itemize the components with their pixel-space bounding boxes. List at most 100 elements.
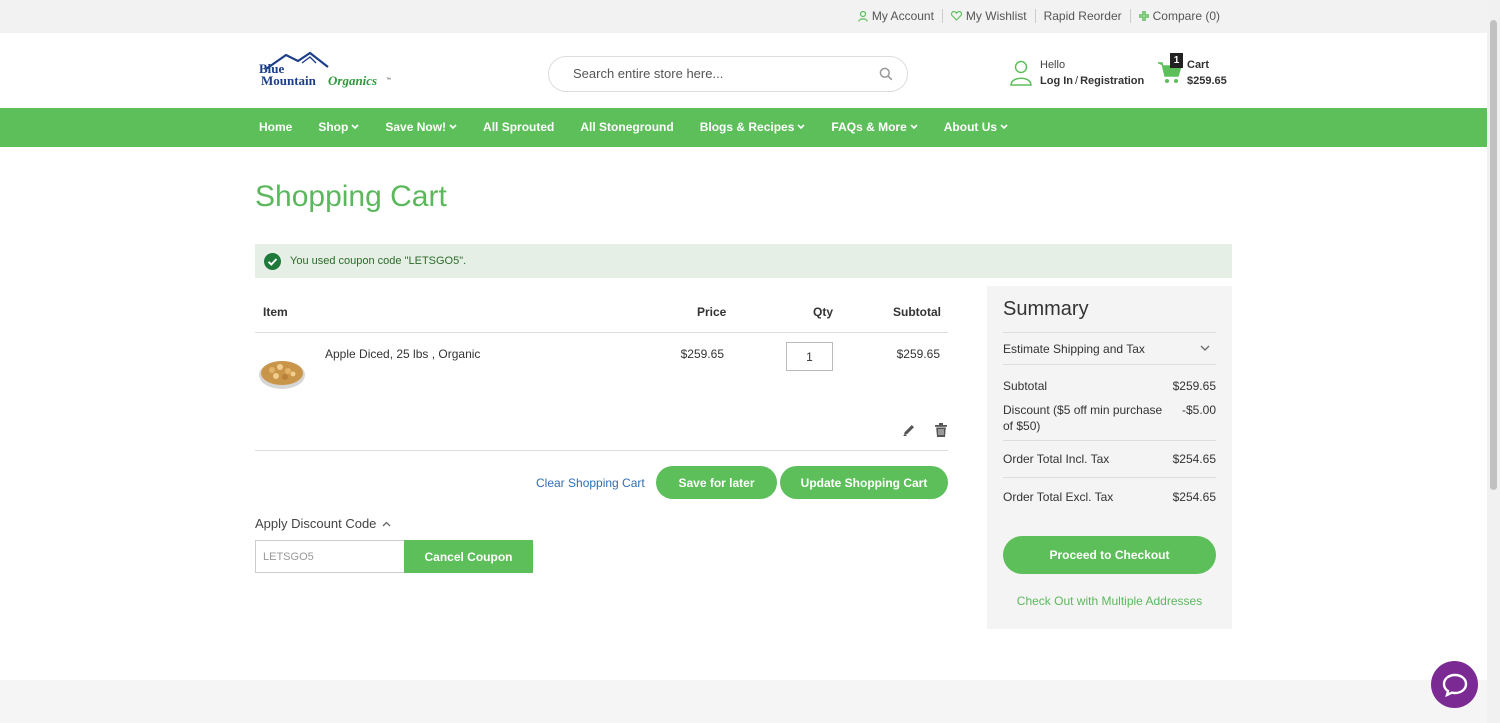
compare-label: Compare (0) [1152, 9, 1220, 23]
cart-label: Cart [1187, 59, 1210, 71]
user-icon [858, 10, 868, 22]
header-subtotal: Subtotal [893, 305, 941, 319]
summary-divider [1003, 477, 1216, 478]
search-icon[interactable] [879, 67, 893, 81]
nav-blogs-recipes[interactable]: Blogs & Recipes [700, 120, 806, 134]
my-wishlist-label: My Wishlist [965, 9, 1027, 23]
pencil-icon[interactable] [902, 423, 916, 437]
trash-icon[interactable] [935, 423, 947, 437]
page-title: Shopping Cart [255, 180, 447, 213]
nav-home[interactable]: Home [259, 120, 292, 134]
logo-text-3: Organics [328, 73, 377, 88]
rapid-reorder-label: Rapid Reorder [1043, 9, 1122, 23]
header-item: Item [263, 305, 288, 319]
nav-blogs-recipes-label: Blogs & Recipes [699, 120, 795, 134]
svg-text:™: ™ [386, 77, 391, 83]
scrollbar-thumb[interactable] [1490, 20, 1497, 490]
nav-shop-label: Shop [318, 120, 349, 134]
chevron-down-icon [1000, 124, 1008, 130]
summary-discount-label: Discount ($5 off min purchase of $50) [1003, 403, 1163, 433]
main-nav: Home Shop Save Now! All Sprouted All Sto… [0, 108, 1487, 147]
nav-home-label: Home [259, 120, 293, 134]
logo-text-2: Mountain [261, 73, 317, 88]
cart-total: $259.65 [1187, 75, 1227, 87]
summary-discount-value: -$5.00 [1181, 403, 1216, 417]
nav-shop[interactable]: Shop [318, 120, 359, 134]
header: Blue Mountain Organics ™ Hello Log In/Re… [0, 33, 1487, 108]
chevron-down-icon [910, 124, 918, 130]
nav-faqs-more-label: FAQs & More [831, 120, 907, 134]
user-icon [1010, 60, 1032, 86]
mini-cart[interactable]: 1 Cart $259.65 [1157, 53, 1232, 93]
nav-all-sprouted[interactable]: All Sprouted [483, 120, 554, 134]
discount-toggle[interactable]: Apply Discount Code [255, 516, 391, 531]
summary-excl-tax-label: Order Total Excl. Tax [1003, 490, 1114, 504]
summary-divider [1003, 440, 1216, 441]
header-qty: Qty [813, 305, 834, 319]
logo-graphic: Blue Mountain Organics ™ [259, 51, 391, 88]
cart-count-badge: 1 [1170, 53, 1183, 68]
multi-address-checkout-link[interactable]: Check Out with Multiple Addresses [1003, 594, 1216, 608]
check-circle-icon [264, 252, 281, 270]
nav-save-now[interactable]: Save Now! [385, 120, 457, 134]
save-for-later-button[interactable]: Save for later [656, 466, 777, 499]
chevron-down-icon [351, 124, 359, 130]
cart-table-header: Item Price Qty Subtotal [255, 305, 948, 333]
success-message: You used coupon code "LETSGO5". [255, 244, 1232, 278]
summary-incl-tax-value: $254.65 [1172, 452, 1216, 466]
summary-title: Summary [1003, 298, 1089, 320]
chat-icon [1442, 673, 1467, 697]
cancel-coupon-button[interactable]: Cancel Coupon [404, 540, 533, 573]
header-price: Price [697, 305, 727, 319]
my-wishlist-link[interactable]: My Wishlist [941, 9, 1035, 23]
chevron-down-icon [1200, 345, 1210, 351]
product-price: $259.65 [680, 347, 724, 361]
product-subtotal: $259.65 [896, 347, 940, 361]
search-box [548, 56, 908, 92]
summary-subtotal-label: Subtotal [1003, 379, 1048, 393]
logo[interactable]: Blue Mountain Organics ™ [258, 51, 398, 93]
nav-about-us[interactable]: About Us [944, 120, 1008, 134]
nav-all-sprouted-label: All Sprouted [483, 120, 555, 134]
chat-widget-button[interactable] [1431, 661, 1478, 708]
registration-link[interactable]: Registration [1080, 75, 1144, 87]
nav-all-stoneground-label: All Stoneground [580, 120, 674, 134]
nav-all-stoneground[interactable]: All Stoneground [580, 120, 673, 134]
discount-code-input[interactable] [255, 540, 405, 573]
estimate-shipping-label: Estimate Shipping and Tax [1003, 342, 1145, 356]
estimate-shipping-toggle[interactable]: Estimate Shipping and Tax [1003, 332, 1216, 365]
chevron-down-icon [449, 124, 457, 130]
update-cart-button[interactable]: Update Shopping Cart [780, 466, 948, 499]
my-account-label: My Account [871, 9, 934, 23]
search-input[interactable] [573, 66, 863, 81]
rapid-reorder-link[interactable]: Rapid Reorder [1034, 9, 1130, 23]
summary-subtotal-value: $259.65 [1172, 379, 1216, 393]
proceed-to-checkout-button[interactable]: Proceed to Checkout [1003, 536, 1216, 574]
compare-link[interactable]: Compare (0) [1129, 9, 1228, 23]
qty-input[interactable] [786, 342, 833, 371]
account-widget[interactable]: Hello Log In / Registration [1010, 57, 1144, 89]
nav-faqs-more[interactable]: FAQs & More [831, 120, 918, 134]
cart-item-row: Apple Diced, 25 lbs , Organic $259.65 $2… [255, 333, 948, 451]
chevron-up-icon [382, 521, 391, 526]
summary-excl-tax-value: $254.65 [1172, 490, 1216, 504]
login-link[interactable]: Log In [1040, 75, 1073, 87]
product-name-link[interactable]: Apple Diced, 25 lbs , Organic [325, 347, 480, 361]
chevron-down-icon [797, 124, 805, 130]
clear-cart-link[interactable]: Clear Shopping Cart [536, 476, 645, 490]
nav-save-now-label: Save Now! [385, 120, 447, 134]
login-separator: / [1075, 75, 1079, 87]
compare-icon [1138, 11, 1149, 21]
heart-icon [950, 11, 962, 21]
nav-about-us-label: About Us [943, 120, 998, 134]
top-links: My Account My Wishlist Rapid Reorder Com… [850, 9, 1228, 23]
order-summary: Summary Estimate Shipping and Tax Subtot… [987, 286, 1232, 629]
top-links-bar: My Account My Wishlist Rapid Reorder Com… [0, 0, 1487, 33]
my-account-link[interactable]: My Account [850, 9, 942, 23]
page-scrollbar[interactable] [1487, 0, 1500, 723]
summary-incl-tax-label: Order Total Incl. Tax [1003, 452, 1110, 466]
product-image[interactable] [258, 355, 306, 391]
cart-actions: Clear Shopping Cart Save for later Updat… [255, 466, 948, 499]
hello-text: Hello [1040, 59, 1066, 71]
discount-title: Apply Discount Code [255, 516, 377, 531]
